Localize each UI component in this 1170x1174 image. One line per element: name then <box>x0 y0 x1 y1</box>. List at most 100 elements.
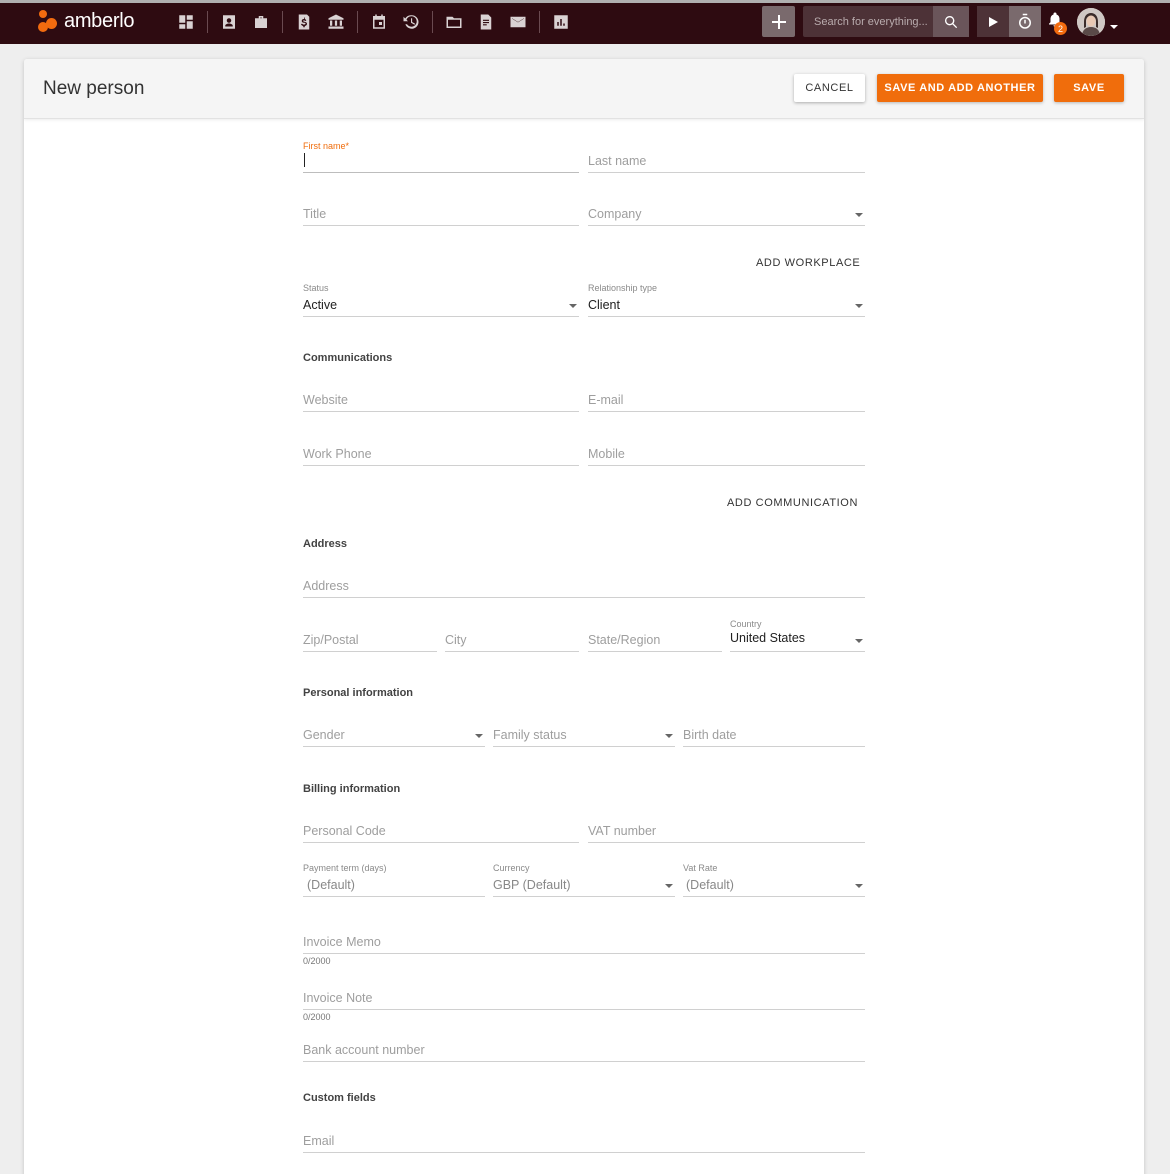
custom-fields-section-title: Custom fields <box>303 1092 376 1104</box>
add-workplace-button[interactable]: ADD WORKPLACE <box>756 257 860 269</box>
address-section-title: Address <box>303 538 348 550</box>
relationship-type-select[interactable]: Relationship type Client <box>588 283 865 317</box>
invoice-note-counter: 0/2000 <box>303 1012 331 1022</box>
birth-date-field[interactable]: Birth date <box>683 721 865 747</box>
family-status-placeholder: Family status <box>493 728 567 742</box>
personal-code-field[interactable]: Personal Code <box>303 817 579 843</box>
address-placeholder: Address <box>303 579 349 593</box>
invoice-icon[interactable] <box>288 8 320 36</box>
website-field[interactable]: Website <box>303 386 579 412</box>
time-history-icon[interactable] <box>395 8 427 36</box>
folder-icon[interactable] <box>438 8 470 36</box>
invoice-memo-field[interactable]: Invoice Memo <box>303 928 865 954</box>
custom-email-placeholder: Email <box>303 1134 335 1148</box>
country-select[interactable]: Country United States <box>730 619 865 652</box>
chevron-down-icon <box>569 304 577 308</box>
family-status-select[interactable]: Family status <box>493 721 675 747</box>
title-placeholder: Title <box>303 207 327 221</box>
app-logo[interactable]: amberlo <box>38 8 134 34</box>
search-button[interactable] <box>933 6 969 37</box>
chevron-down-icon <box>855 304 863 308</box>
first-name-label: First name* <box>303 141 350 151</box>
first-name-field[interactable]: First name* <box>303 141 579 173</box>
payment-term-value: (Default) <box>307 878 355 892</box>
mail-icon[interactable] <box>502 8 534 36</box>
user-avatar[interactable] <box>1077 8 1105 36</box>
stopwatch-icon <box>1019 13 1031 29</box>
payment-term-field[interactable]: Payment term (days) (Default) <box>303 863 485 897</box>
last-name-placeholder: Last name <box>588 154 647 168</box>
page-title: New person <box>43 78 145 99</box>
custom-email-field[interactable]: Email <box>303 1127 865 1153</box>
company-select[interactable]: Company <box>588 200 865 226</box>
work-phone-field[interactable]: Work Phone <box>303 440 579 466</box>
gender-select[interactable]: Gender <box>303 721 485 747</box>
chevron-down-icon <box>475 734 483 738</box>
status-value: Active <box>303 298 338 312</box>
user-menu-caret-icon[interactable] <box>1110 17 1118 35</box>
cancel-button[interactable]: CANCEL <box>794 74 865 102</box>
status-label: Status <box>303 283 329 293</box>
birth-date-placeholder: Birth date <box>683 728 737 742</box>
save-and-add-another-button[interactable]: SAVE AND ADD ANOTHER <box>877 74 1043 102</box>
last-name-field[interactable]: Last name <box>588 147 865 173</box>
chevron-down-icon <box>855 884 863 888</box>
vat-number-placeholder: VAT number <box>588 824 657 838</box>
payment-term-label: Payment term (days) <box>303 863 387 873</box>
chevron-down-icon <box>665 734 673 738</box>
add-communication-button[interactable]: ADD COMMUNICATION <box>727 497 858 509</box>
website-placeholder: Website <box>303 393 348 407</box>
zip-field[interactable]: Zip/Postal <box>303 626 437 652</box>
currency-label: Currency <box>493 863 530 873</box>
search-input[interactable] <box>803 6 933 37</box>
reports-icon[interactable] <box>545 8 577 36</box>
text-cursor <box>304 153 305 167</box>
gender-placeholder: Gender <box>303 728 345 742</box>
vat-rate-select[interactable]: Vat Rate (Default) <box>683 863 865 897</box>
mobile-field[interactable]: Mobile <box>588 440 865 466</box>
personal-information-section-title: Personal information <box>303 687 414 699</box>
vat-number-field[interactable]: VAT number <box>588 817 865 843</box>
city-field[interactable]: City <box>445 626 579 652</box>
card-header: New person CANCEL SAVE AND ADD ANOTHER S… <box>24 59 1144 119</box>
bank-account-placeholder: Bank account number <box>303 1043 425 1057</box>
title-field[interactable]: Title <box>303 200 579 226</box>
billing-information-section-title: Billing information <box>303 783 401 795</box>
vat-rate-value: (Default) <box>686 878 734 892</box>
document-icon[interactable] <box>470 8 502 36</box>
bank-icon[interactable] <box>320 8 352 36</box>
save-button[interactable]: SAVE <box>1054 74 1124 102</box>
currency-select[interactable]: Currency GBP (Default) <box>493 863 675 897</box>
state-placeholder: State/Region <box>588 633 661 647</box>
start-timer-button[interactable] <box>977 6 1009 37</box>
chevron-down-icon <box>855 213 863 217</box>
country-label: Country <box>730 619 762 629</box>
city-placeholder: City <box>445 633 467 647</box>
quick-add-button[interactable] <box>762 6 795 37</box>
invoice-memo-placeholder: Invoice Memo <box>303 935 381 949</box>
timer-button[interactable] <box>1009 6 1041 37</box>
briefcase-icon[interactable] <box>245 8 277 36</box>
contacts-icon[interactable] <box>213 8 245 36</box>
logo-mark-icon <box>38 9 62 33</box>
country-value: United States <box>730 631 806 645</box>
dashboard-icon[interactable] <box>170 8 202 36</box>
calendar-icon[interactable] <box>363 8 395 36</box>
global-search <box>803 6 969 37</box>
email-placeholder: E-mail <box>588 393 624 407</box>
status-select[interactable]: Status Active <box>303 283 579 317</box>
address-field[interactable]: Address <box>303 572 865 598</box>
bank-account-field[interactable]: Bank account number <box>303 1036 865 1062</box>
chevron-down-icon <box>855 639 863 643</box>
invoice-memo-counter: 0/2000 <box>303 956 331 966</box>
company-placeholder: Company <box>588 207 642 221</box>
relationship-type-value: Client <box>588 298 620 312</box>
state-field[interactable]: State/Region <box>588 626 722 652</box>
communications-section-title: Communications <box>303 352 393 364</box>
email-field[interactable]: E-mail <box>588 386 865 412</box>
relationship-type-label: Relationship type <box>588 283 658 293</box>
personal-code-placeholder: Personal Code <box>303 824 386 838</box>
chevron-down-icon <box>665 884 673 888</box>
play-icon <box>989 16 998 27</box>
invoice-note-field[interactable]: Invoice Note <box>303 984 865 1010</box>
